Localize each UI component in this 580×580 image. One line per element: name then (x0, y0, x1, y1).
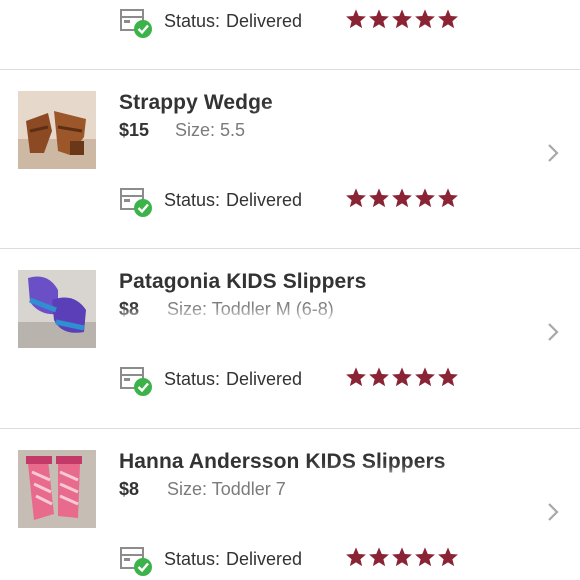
star-icon (415, 547, 435, 567)
star-icon (346, 547, 366, 567)
star-icon (415, 188, 435, 208)
star-icon (346, 367, 366, 387)
chevron-right-icon[interactable] (542, 501, 564, 523)
star-icon (438, 367, 458, 387)
star-icon (415, 9, 435, 29)
redacted-area (258, 110, 458, 154)
status-text: Status: Delivered (164, 190, 303, 210)
rating-stars (345, 8, 459, 30)
star-icon (369, 547, 389, 567)
rating-stars (345, 546, 459, 568)
order-item[interactable]: Hanna Andersson KIDS Slippers $8 Size: T… (0, 429, 580, 580)
status-row: Status: Delivered (119, 543, 469, 576)
star-icon (415, 367, 435, 387)
item-title[interactable]: Hanna Andersson KIDS Slippers (119, 450, 446, 474)
item-size: Size: 5.5 (175, 120, 246, 140)
redacted-area (300, 473, 500, 513)
star-icon (438, 547, 458, 567)
status-text: Status: Delivered (164, 549, 303, 569)
item-thumbnail (18, 91, 96, 169)
star-icon (438, 188, 458, 208)
package-delivered-icon (120, 547, 152, 576)
chevron-right-icon[interactable] (542, 321, 564, 343)
rating-stars (345, 187, 459, 209)
status-row: Status: Delivered (119, 184, 469, 217)
item-thumbnail (18, 450, 96, 528)
redacted-area (108, 315, 438, 349)
star-icon (369, 367, 389, 387)
status-row: Status: Delivered (119, 363, 469, 396)
status-text: Status: Delivered (164, 369, 303, 389)
star-icon (369, 188, 389, 208)
star-icon (392, 367, 412, 387)
star-icon (369, 9, 389, 29)
star-icon (438, 9, 458, 29)
status-text: Status: Delivered (164, 11, 303, 31)
item-title[interactable]: Patagonia KIDS Slippers (119, 270, 366, 294)
rating-stars (345, 366, 459, 388)
star-icon (392, 9, 412, 29)
package-delivered-icon (120, 367, 152, 396)
package-delivered-icon (120, 188, 152, 217)
item-title[interactable]: Strappy Wedge (119, 91, 273, 115)
item-price: $8 (119, 479, 140, 499)
package-delivered-icon (120, 9, 152, 38)
star-icon (392, 188, 412, 208)
order-item[interactable]: Patagonia KIDS Slippers $8 Size: Toddler… (0, 249, 580, 428)
brown-wedge-shoe-image (18, 91, 96, 169)
item-price: $15 (119, 120, 150, 140)
item-thumbnail (18, 270, 96, 348)
order-item[interactable]: Strappy Wedge $15 Size: 5.5 Status: Deliv… (0, 70, 580, 248)
status-row-top: Status: Delivered (119, 5, 469, 38)
chevron-right-icon[interactable] (542, 142, 564, 164)
star-icon (346, 9, 366, 29)
pink-slippers-image (18, 450, 96, 528)
purple-slippers-image (18, 270, 96, 348)
star-icon (392, 547, 412, 567)
star-icon (346, 188, 366, 208)
item-size: Size: Toddler 7 (167, 479, 286, 499)
